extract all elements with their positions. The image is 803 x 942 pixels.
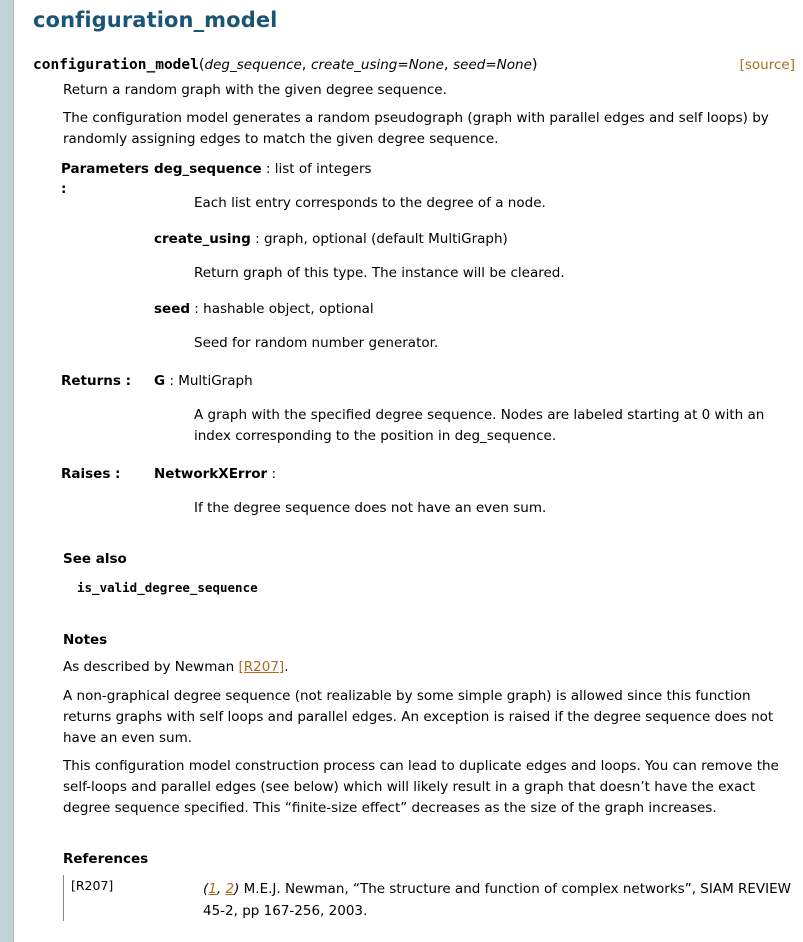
reference-label: [R207] — [71, 878, 114, 893]
sidebar-strip — [0, 0, 14, 942]
see-also-heading: See also — [63, 551, 127, 567]
return-value: G : MultiGraph — [154, 373, 253, 389]
signature-arg: deg_sequence — [204, 57, 302, 73]
summary-text: Return a random graph with the given deg… — [63, 82, 447, 98]
reference-border — [63, 875, 67, 921]
signature-close-paren: ) — [531, 57, 538, 73]
notes-paragraph-1: As described by Newman [R207]. — [63, 659, 289, 675]
function-signature: configuration_model(deg_sequence, create… — [33, 55, 795, 75]
param-deg-sequence: deg_sequence : list of integers — [154, 161, 372, 177]
notes-paragraph-3: This configuration model construction pr… — [63, 758, 779, 816]
description-text: The configuration model generates a rand… — [63, 110, 769, 147]
references-heading: References — [63, 851, 149, 867]
notes-paragraph-2: A non-graphical degree sequence (not rea… — [63, 688, 774, 746]
signature-arg: seed=None — [453, 57, 532, 73]
notes-heading: Notes — [63, 632, 108, 648]
raises-desc: If the degree sequence does not have an … — [194, 500, 547, 516]
reference-text: (1, 2) M.E.J. Newman, “The structure and… — [203, 881, 792, 919]
parameters-label: Parameters : — [61, 161, 149, 197]
raises-value: NetworkXError : — [154, 466, 277, 482]
source-link[interactable]: [source] — [740, 55, 795, 75]
raises-label: Raises : — [61, 466, 121, 482]
param-seed-desc: Seed for random number generator. — [194, 335, 439, 351]
param-create-using: create_using : graph, optional (default … — [154, 231, 508, 247]
param-create-using-desc: Return graph of this type. The instance … — [194, 265, 565, 281]
function-name: configuration_model — [33, 57, 199, 73]
citation-link[interactable]: [R207] — [239, 659, 285, 675]
signature-arg: create_using=None — [311, 57, 444, 73]
param-seed: seed : hashable object, optional — [154, 301, 374, 317]
backref-link-1[interactable]: 1 — [208, 881, 217, 897]
backref-link-2[interactable]: 2 — [225, 881, 234, 897]
param-deg-sequence-desc: Each list entry corresponds to the degre… — [194, 195, 546, 211]
see-also-link[interactable]: is_valid_degree_sequence — [77, 580, 258, 595]
returns-label: Returns : — [61, 373, 132, 389]
page-title: configuration_model — [33, 8, 278, 32]
return-desc: A graph with the specified degree sequen… — [194, 407, 765, 444]
